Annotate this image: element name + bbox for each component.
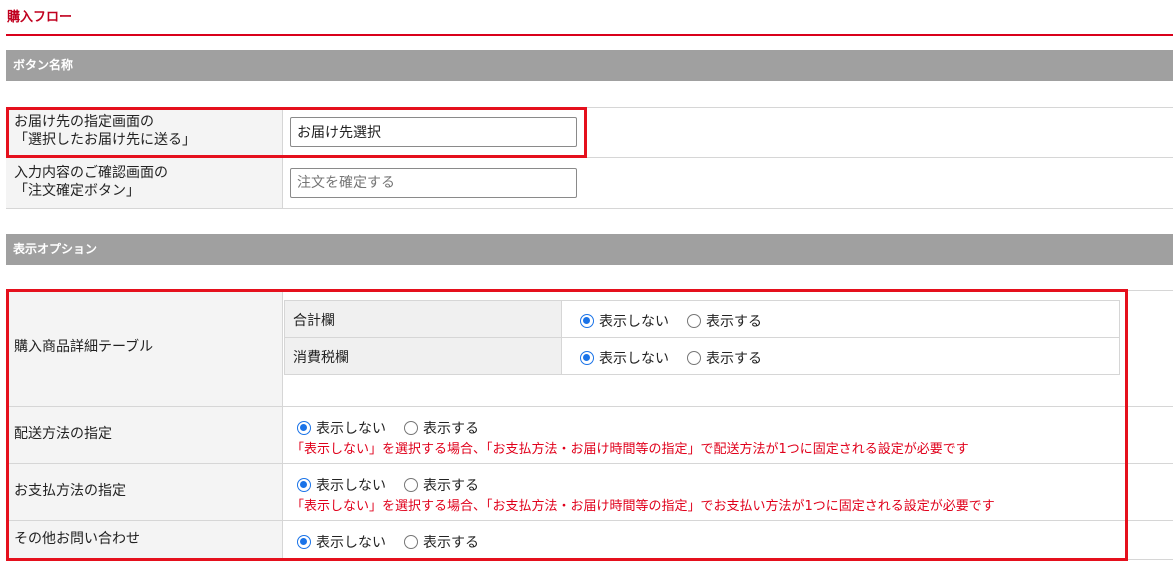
radio-label: 表示しない <box>316 478 386 494</box>
delivery-warning-note: 「表示しない」を選択する場合、「お支払方法・お届け時間等の指定」で配送方法が1つ… <box>291 442 969 457</box>
radio-checked-icon <box>580 351 594 365</box>
row-label: お支払方法の指定 <box>14 483 126 499</box>
payment-radio-group: 表示しない 表示する <box>297 475 497 495</box>
divider <box>6 559 1173 560</box>
radio-checked-icon <box>297 478 311 492</box>
row-label-cell: 購入商品詳細テーブル <box>6 291 283 406</box>
row-label-cell: 配送方法の指定 <box>6 407 283 463</box>
section-header-button-names: ボタン名称 <box>6 50 1173 81</box>
total-show-radio[interactable]: 表示する <box>687 311 762 331</box>
radio-label: 表示する <box>706 351 762 367</box>
row-label-cell: 入力内容のご確認画面の 「注文確定ボタン」 <box>6 158 283 208</box>
radio-unchecked-icon <box>687 351 701 365</box>
payment-warning-note: 「表示しない」を選択する場合、「お支払方法・お届け時間等の指定」でお支払い方法が… <box>291 499 995 514</box>
radio-label: 表示する <box>706 314 762 330</box>
sub-row-label-cell: 消費税欄 <box>285 338 562 374</box>
delivery-show-radio[interactable]: 表示する <box>404 418 479 438</box>
radio-label: 表示する <box>423 478 479 494</box>
radio-checked-icon <box>297 421 311 435</box>
radio-label: 表示する <box>423 421 479 437</box>
other-inquiry-show-radio[interactable]: 表示する <box>404 532 479 552</box>
total-hide-radio[interactable]: 表示しない <box>580 311 669 331</box>
option-row-delivery-method: 配送方法の指定 表示しない 表示する 「表示しない」を選択する場合、「お支払方法… <box>6 407 1173 463</box>
tax-show-radio[interactable]: 表示する <box>687 348 762 368</box>
title-divider <box>6 34 1173 36</box>
section-header-display-options: 表示オプション <box>6 234 1173 265</box>
delivery-hide-radio[interactable]: 表示しない <box>297 418 386 438</box>
sub-row-label-tax: 消費税欄 <box>293 350 349 366</box>
sub-row-label-total: 合計欄 <box>293 313 335 329</box>
delivery-button-name-input[interactable] <box>290 117 577 147</box>
sub-row-label-cell: 合計欄 <box>285 301 562 337</box>
divider <box>6 208 1173 209</box>
option-row-payment-method: お支払方法の指定 表示しない 表示する 「表示しない」を選択する場合、「お支払方… <box>6 464 1173 520</box>
row-label-cell: その他お問い合わせ <box>6 521 283 559</box>
delivery-radio-group: 表示しない 表示する <box>297 418 497 438</box>
row-label: 配送方法の指定 <box>14 426 112 442</box>
radio-label: 表示しない <box>316 421 386 437</box>
row-label-line2: 「注文確定ボタン」 <box>14 183 140 199</box>
radio-label: 表示する <box>423 535 479 551</box>
button-name-row-confirm: 入力内容のご確認画面の 「注文確定ボタン」 <box>6 158 1173 208</box>
button-name-row-delivery: お届け先の指定画面の 「選択したお届け先に送る」 <box>6 108 1173 157</box>
row-label: 購入商品詳細テーブル <box>14 339 154 355</box>
radio-unchecked-icon <box>687 314 701 328</box>
row-label-cell: お届け先の指定画面の 「選択したお届け先に送る」 <box>6 108 283 157</box>
tax-radio-group: 表示しない 表示する <box>580 348 780 368</box>
option-row-other-inquiry: その他お問い合わせ 表示しない 表示する <box>6 521 1173 559</box>
payment-hide-radio[interactable]: 表示しない <box>297 475 386 495</box>
row-label-line1: お届け先の指定画面の <box>14 114 154 130</box>
row-label-line2: 「選択したお届け先に送る」 <box>14 132 196 148</box>
tax-hide-radio[interactable]: 表示しない <box>580 348 669 368</box>
row-label-line1: 入力内容のご確認画面の <box>14 165 168 181</box>
row-label-cell: お支払方法の指定 <box>6 464 283 520</box>
radio-label: 表示しない <box>599 314 669 330</box>
radio-checked-icon <box>297 535 311 549</box>
page-title: 購入フロー <box>7 10 73 25</box>
confirm-button-name-input[interactable] <box>290 168 577 198</box>
radio-unchecked-icon <box>404 478 418 492</box>
radio-unchecked-icon <box>404 421 418 435</box>
radio-unchecked-icon <box>404 535 418 549</box>
detail-sub-table: 合計欄 表示しない 表示する 消費税欄 表示しない 表示する <box>284 300 1120 375</box>
other-inquiry-hide-radio[interactable]: 表示しない <box>297 532 386 552</box>
row-label: その他お問い合わせ <box>14 531 140 547</box>
radio-checked-icon <box>580 314 594 328</box>
total-radio-group: 表示しない 表示する <box>580 311 780 331</box>
radio-label: 表示しない <box>599 351 669 367</box>
other-inquiry-radio-group: 表示しない 表示する <box>297 532 497 552</box>
radio-label: 表示しない <box>316 535 386 551</box>
payment-show-radio[interactable]: 表示する <box>404 475 479 495</box>
